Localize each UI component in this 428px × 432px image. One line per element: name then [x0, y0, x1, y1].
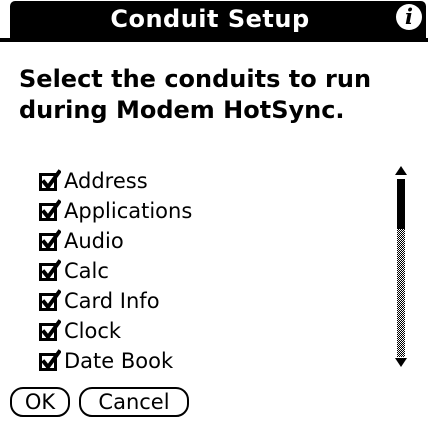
checked-checkbox-icon[interactable] [39, 349, 61, 373]
ok-button[interactable]: OK [10, 387, 70, 417]
conduit-label: Clock [64, 319, 122, 343]
checked-checkbox-icon[interactable] [39, 259, 61, 283]
conduit-item[interactable]: Card Info [39, 286, 379, 316]
arrow-up-icon[interactable] [395, 166, 407, 175]
checked-checkbox-icon[interactable] [39, 289, 61, 313]
conduit-label: Applications [64, 199, 193, 223]
title-bar: Conduit Setup i [0, 0, 428, 42]
conduit-label: Card Info [64, 289, 160, 313]
scrollbar[interactable] [394, 166, 410, 370]
checked-checkbox-icon[interactable] [39, 229, 61, 253]
conduit-label: Audio [64, 229, 124, 253]
instruction-text: Select the conduits to run during Modem … [19, 65, 372, 124]
title-underline [0, 38, 428, 42]
cancel-button[interactable]: Cancel [79, 387, 189, 417]
checked-checkbox-icon[interactable] [39, 319, 61, 343]
window-title: Conduit Setup [110, 5, 310, 33]
conduit-item[interactable]: Date Book [39, 346, 379, 376]
conduit-item[interactable]: Clock [39, 316, 379, 346]
conduit-list: Address Applications Audio Calc Card Info Clo… [39, 166, 379, 378]
conduit-label: Calc [64, 259, 109, 283]
checked-checkbox-icon[interactable] [39, 169, 61, 193]
conduit-label: Date Book [64, 349, 174, 373]
conduit-item[interactable]: Address [39, 166, 379, 196]
conduit-label: Address [64, 169, 148, 193]
conduit-item[interactable]: Calc [39, 256, 379, 286]
info-icon[interactable]: i [396, 4, 422, 30]
scroll-track[interactable] [397, 229, 405, 357]
checked-checkbox-icon[interactable] [39, 199, 61, 223]
arrow-down-icon[interactable] [395, 358, 407, 367]
conduit-item[interactable]: Applications [39, 196, 379, 226]
scroll-thumb[interactable] [397, 179, 405, 229]
conduit-item[interactable]: Audio [39, 226, 379, 256]
